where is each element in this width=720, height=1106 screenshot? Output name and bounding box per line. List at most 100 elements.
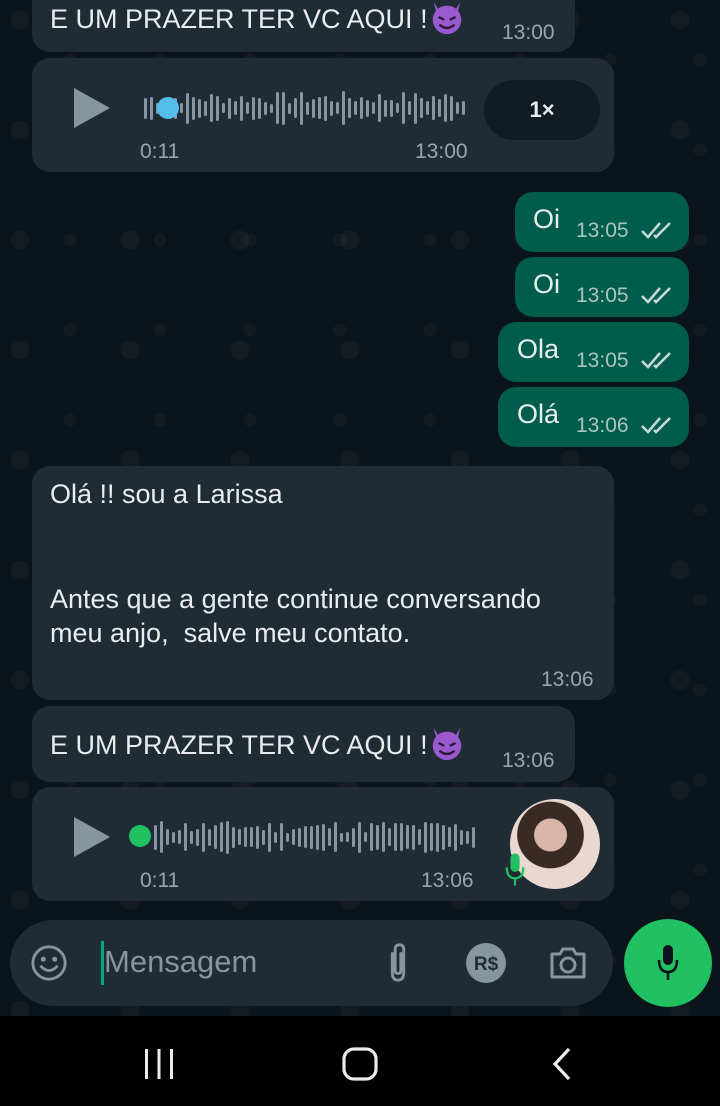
waveform-bar (396, 103, 399, 113)
waveform-bar (412, 824, 415, 850)
waveform-bar (178, 830, 181, 844)
message-text: Ola (517, 334, 560, 364)
waveform-bar (228, 97, 231, 119)
message-composer[interactable]: Mensagem R$ (10, 920, 613, 1006)
waveform-bar (324, 95, 327, 121)
message-text-line: Antes que a gente continue conversando (50, 584, 541, 614)
recents-nav-icon[interactable] (142, 1047, 176, 1081)
message-time: 13:06 (421, 869, 474, 892)
waveform-bar (456, 102, 459, 114)
waveform-bar (288, 102, 291, 114)
waveform-bar (340, 832, 343, 842)
waveform-bar (312, 98, 315, 118)
waveform-bar (430, 823, 433, 851)
waveform-bar (388, 828, 391, 846)
message-time: 13:06 (576, 414, 629, 437)
waveform-bar (448, 827, 451, 847)
message-time: 13:05 (576, 349, 629, 372)
emoji-icon[interactable] (30, 944, 68, 982)
waveform-bar (226, 820, 229, 854)
waveform-bar (420, 98, 423, 118)
microphone-icon (505, 853, 525, 886)
record-voice-button[interactable] (624, 919, 712, 1007)
playback-speed-button[interactable]: 1× (484, 80, 600, 140)
message-time: 13:05 (576, 284, 629, 307)
waveform-bar (202, 822, 205, 852)
audio-progress-handle[interactable] (129, 825, 151, 847)
waveform-bar (402, 92, 405, 124)
waveform-bar (336, 102, 339, 114)
waveform-bar (222, 103, 225, 113)
payment-icon[interactable]: R$ (465, 942, 507, 984)
back-nav-icon[interactable] (550, 1046, 574, 1082)
waveform-bar (414, 92, 417, 124)
waveform-bar (294, 98, 297, 118)
waveform-bar (408, 101, 411, 115)
waveform-bar (220, 822, 223, 852)
message-time: 13:06 (502, 749, 555, 772)
waveform-bar (322, 823, 325, 851)
play-icon[interactable] (70, 84, 114, 132)
double-check-icon (641, 417, 671, 434)
message-bubble-incoming[interactable]: Olá !! sou a Larissa Antes que a gente c… (32, 466, 614, 700)
waveform-bar (382, 822, 385, 852)
waveform-bar (424, 821, 427, 853)
waveform-bar (196, 828, 199, 846)
waveform-bar (268, 822, 271, 852)
waveform-bar (328, 828, 331, 846)
message-bubble-outgoing[interactable]: Olá 13:06 (498, 387, 689, 447)
message-time: 13:00 (415, 140, 468, 163)
message-time: 13:00 (502, 21, 555, 44)
message-time: 13:06 (541, 668, 594, 691)
audio-duration: 0:11 (140, 869, 180, 892)
waveform-bar (438, 99, 441, 117)
waveform-bar (204, 100, 207, 116)
waveform-bar (358, 821, 361, 853)
waveform-bar (216, 95, 219, 121)
waveform-bar (436, 822, 439, 852)
attach-icon[interactable] (386, 942, 410, 984)
voice-message-bubble[interactable]: 0:11 13:06 (32, 787, 614, 901)
waveform-bar (240, 95, 243, 121)
message-bubble-outgoing[interactable]: Ola 13:05 (498, 322, 689, 382)
audio-duration: 0:11 (140, 140, 180, 163)
message-text-line: meu anjo, salve meu contato. (50, 618, 411, 648)
audio-waveform[interactable] (154, 813, 475, 861)
waveform-bar (262, 829, 265, 845)
waveform-bar (172, 831, 175, 843)
microphone-icon (657, 945, 679, 980)
audio-progress-handle[interactable] (157, 97, 179, 119)
waveform-bar (406, 825, 409, 849)
waveform-bar (246, 102, 249, 114)
waveform-bar (384, 99, 387, 117)
message-text: Olá (517, 399, 560, 429)
home-nav-icon[interactable] (341, 1046, 379, 1082)
waveform-bar (370, 823, 373, 851)
waveform-bar (192, 96, 195, 120)
waveform-bar (280, 823, 283, 851)
waveform-bar (472, 826, 475, 848)
audio-waveform[interactable] (144, 84, 465, 132)
waveform-bar (208, 828, 211, 846)
waveform-bar (348, 98, 351, 118)
waveform-bar (166, 829, 169, 845)
message-text: Oi (533, 269, 560, 299)
message-input[interactable]: Mensagem (104, 944, 257, 980)
message-text: Oi (533, 204, 560, 234)
message-bubble-outgoing[interactable]: Oi 13:05 (515, 257, 689, 317)
voice-message-bubble[interactable]: 0:11 13:00 1× (32, 58, 614, 172)
svg-text:R$: R$ (474, 954, 499, 975)
camera-icon[interactable] (548, 945, 588, 981)
message-bubble-incoming[interactable]: E UM PRAZER TER VC AQUI ! 13:06 (32, 706, 575, 782)
message-bubble-incoming[interactable]: E UM PRAZER TER VC AQUI ! 13:00 (32, 0, 575, 52)
play-icon[interactable] (70, 813, 114, 861)
waveform-bar (286, 832, 289, 842)
waveform-bar (150, 96, 153, 120)
waveform-bar (282, 91, 285, 125)
waveform-bar (442, 824, 445, 850)
waveform-bar (372, 102, 375, 114)
waveform-bar (346, 832, 349, 842)
message-bubble-outgoing[interactable]: Oi 13:05 (515, 192, 689, 252)
waveform-bar (304, 826, 307, 848)
waveform-bar (376, 824, 379, 850)
